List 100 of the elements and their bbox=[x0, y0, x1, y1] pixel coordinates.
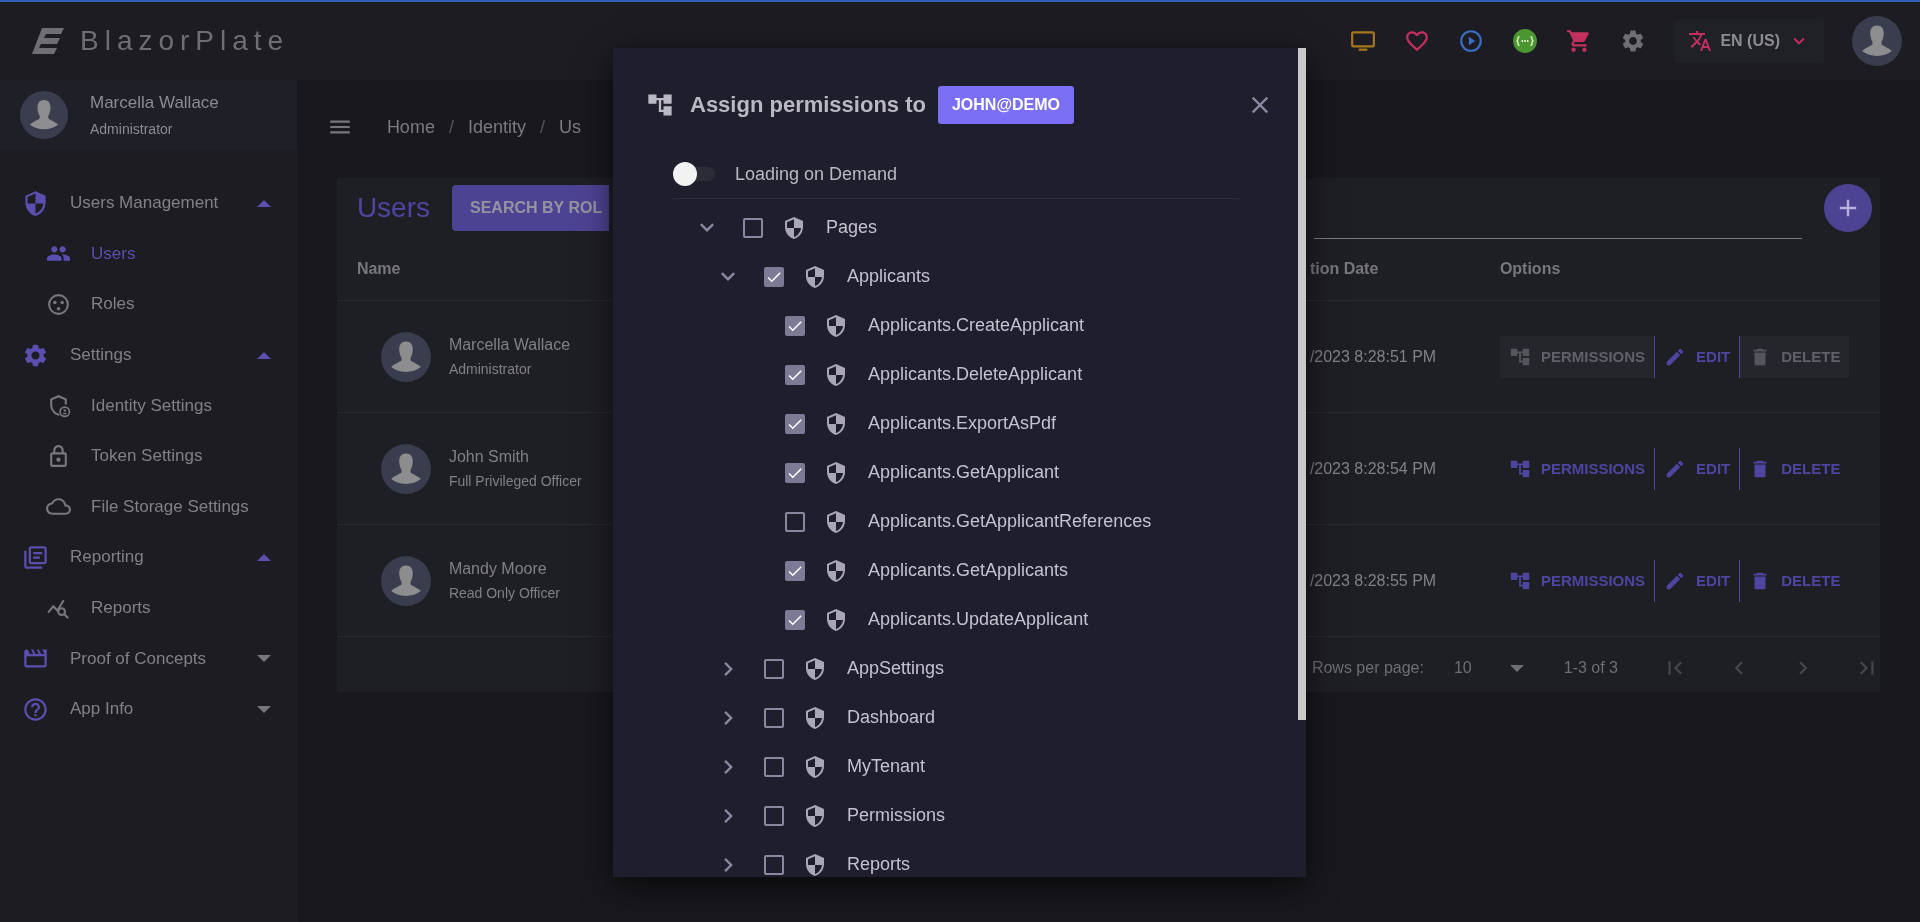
pdf-icon bbox=[22, 543, 49, 571]
shield-icon bbox=[803, 264, 827, 289]
dialog-title: Assign permissions to bbox=[690, 92, 926, 118]
shield-icon bbox=[803, 754, 827, 779]
permission-label: MyTenant bbox=[847, 756, 926, 777]
checkbox[interactable] bbox=[764, 266, 784, 287]
translate-icon bbox=[1688, 29, 1713, 53]
checkbox[interactable] bbox=[785, 609, 805, 630]
checkbox[interactable] bbox=[764, 658, 784, 679]
date-cell-text: /2023 8:28:54 PM bbox=[1309, 459, 1438, 478]
sidebar-item[interactable]: Identity Settings bbox=[0, 380, 297, 431]
toggle-label: Loading on Demand bbox=[735, 163, 898, 185]
breadcrumb-link[interactable]: Identity bbox=[467, 116, 526, 138]
help-icon bbox=[22, 695, 49, 723]
circle-dots-icon bbox=[46, 292, 71, 317]
code-icon[interactable] bbox=[1512, 28, 1539, 54]
app-logo-text: BlazorPlate bbox=[80, 25, 290, 57]
user-avatar bbox=[380, 331, 431, 382]
user-name: Marcella Wallace bbox=[90, 93, 219, 113]
monitor-icon[interactable] bbox=[1350, 28, 1377, 54]
sidebar-item[interactable]: Reports bbox=[0, 582, 297, 634]
shield-icon bbox=[803, 803, 827, 828]
permission-label: Applicants.ExportAsPdf bbox=[868, 413, 1057, 434]
permissions-button[interactable]: PERMISSIONS bbox=[1499, 447, 1655, 490]
page-range: 1-3 of 3 bbox=[1563, 659, 1618, 677]
delete-button[interactable]: DELETE bbox=[1740, 447, 1850, 490]
chevron-down-icon bbox=[700, 223, 714, 232]
shield-icon bbox=[824, 313, 848, 338]
shield-icon bbox=[824, 509, 848, 534]
permission-label: Applicants.UpdateApplicant bbox=[868, 609, 1089, 630]
sidebar-group[interactable]: Proof of Concepts bbox=[0, 633, 297, 684]
sidebar-item[interactable]: File Storage Settings bbox=[0, 481, 297, 533]
shield-icon bbox=[824, 558, 848, 583]
edit-button[interactable]: EDIT bbox=[1655, 335, 1740, 378]
breadcrumb-link[interactable]: Home bbox=[386, 116, 435, 138]
user-avatar bbox=[20, 91, 68, 139]
checkbox[interactable] bbox=[764, 805, 784, 826]
shield-icon bbox=[782, 215, 806, 240]
permission-label: Applicants.DeleteApplicant bbox=[868, 364, 1083, 385]
checkbox[interactable] bbox=[785, 511, 805, 532]
date-cell-text: /2023 8:28:55 PM bbox=[1309, 571, 1438, 590]
breadcrumb-link[interactable]: Us bbox=[558, 116, 581, 138]
checkbox[interactable] bbox=[743, 217, 763, 238]
user-name: John Smith bbox=[448, 448, 530, 466]
breadcrumb-separator: / bbox=[539, 116, 545, 138]
shield-icon bbox=[824, 607, 848, 632]
shield-icon bbox=[803, 852, 827, 877]
edit-button[interactable]: EDIT bbox=[1655, 559, 1740, 602]
permission-label: AppSettings bbox=[847, 658, 945, 679]
column-header: tion Date bbox=[1309, 260, 1380, 278]
breadcrumb-separator: / bbox=[448, 116, 454, 138]
checkbox[interactable] bbox=[764, 854, 784, 875]
permission-label: Applicants.CreateApplicant bbox=[868, 315, 1085, 336]
user-role: Read Only Officer bbox=[448, 585, 560, 601]
scrollbar[interactable] bbox=[1298, 48, 1306, 720]
chevron-right-icon bbox=[723, 661, 733, 676]
user-name: Marcella Wallace bbox=[448, 336, 571, 354]
user-avatar[interactable] bbox=[1852, 16, 1902, 66]
sidebar-item[interactable]: Users bbox=[0, 228, 297, 280]
permission-label: Permissions bbox=[847, 805, 946, 826]
checkbox[interactable] bbox=[785, 315, 805, 336]
column-header: Name bbox=[355, 260, 402, 278]
chevron-right-icon bbox=[723, 759, 733, 774]
sidebar-group[interactable]: Settings bbox=[0, 329, 297, 381]
add-button[interactable] bbox=[1824, 184, 1872, 232]
checkbox[interactable] bbox=[764, 707, 784, 728]
column-header: Options bbox=[1499, 260, 1562, 278]
rows-per-page-select[interactable]: 10 bbox=[1453, 659, 1472, 677]
permissions-button[interactable]: PERMISSIONS bbox=[1499, 559, 1655, 602]
shield-icon bbox=[824, 362, 848, 387]
user-role: Full Privileged Officer bbox=[448, 473, 582, 489]
checkbox[interactable] bbox=[785, 462, 805, 483]
user-role: Administrator bbox=[448, 361, 533, 377]
play-icon[interactable] bbox=[1458, 28, 1485, 54]
sidebar-group[interactable]: Users Management bbox=[0, 178, 297, 229]
sidebar-item[interactable]: Roles bbox=[0, 279, 297, 330]
sidebar-item[interactable]: Token Settings bbox=[0, 430, 297, 482]
permission-label: Pages bbox=[826, 217, 878, 238]
checkbox[interactable] bbox=[764, 756, 784, 777]
edit-button[interactable]: EDIT bbox=[1655, 447, 1740, 490]
date-cell-text: /2023 8:28:51 PM bbox=[1309, 347, 1438, 366]
sidebar-group[interactable]: Reporting bbox=[0, 532, 297, 583]
heart-icon[interactable] bbox=[1404, 28, 1431, 54]
checkbox[interactable] bbox=[785, 560, 805, 581]
shield-icon bbox=[824, 460, 848, 485]
sidebar-group[interactable]: App Info bbox=[0, 683, 297, 735]
checkbox[interactable] bbox=[785, 364, 805, 385]
delete-button[interactable]: DELETE bbox=[1740, 559, 1850, 602]
chevron-right-icon bbox=[723, 710, 733, 725]
permission-label: Reports bbox=[847, 854, 911, 875]
chevron-right-icon bbox=[723, 857, 733, 872]
search-by-role-button[interactable]: SEARCH BY ROL bbox=[452, 185, 609, 231]
chevron-down-icon bbox=[721, 272, 735, 281]
user-role: Administrator bbox=[90, 121, 174, 137]
permission-label: Applicants bbox=[847, 266, 931, 287]
permission-label: Applicants.GetApplicant bbox=[868, 462, 1060, 483]
chevron-right-icon bbox=[723, 808, 733, 823]
language-selector[interactable]: EN (US) bbox=[1674, 19, 1824, 63]
checkbox[interactable] bbox=[785, 413, 805, 434]
user-badge: JOHN@DEMO bbox=[937, 86, 1074, 124]
